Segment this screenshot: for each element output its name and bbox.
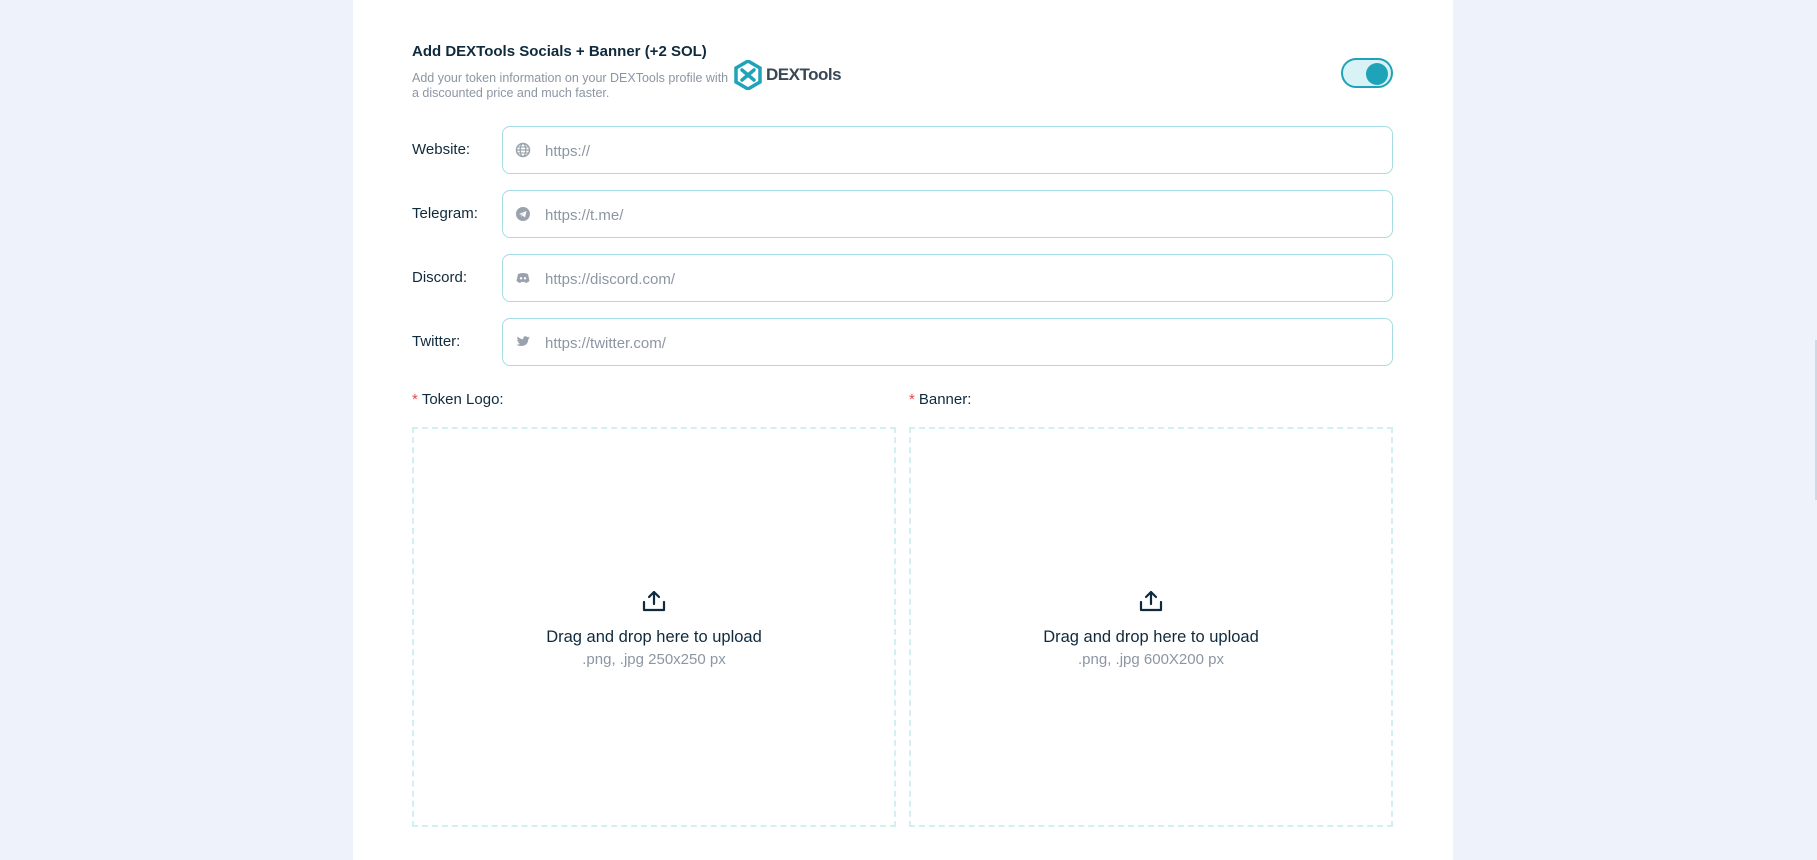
twitter-input[interactable]: [543, 319, 1387, 367]
globe-icon: [515, 142, 531, 158]
discord-label: Discord:: [412, 269, 468, 286]
token-logo-dropzone-title: Drag and drop here to upload: [546, 628, 762, 646]
telegram-icon: [516, 207, 530, 221]
discord-input[interactable]: [543, 255, 1387, 303]
toggle-knob: [1366, 63, 1388, 85]
required-mark: *: [909, 391, 915, 408]
dextools-title: Add DEXTools Socials + Banner (+2 SOL): [412, 43, 707, 60]
form-panel: Add DEXTools Socials + Banner (+2 SOL) A…: [353, 0, 1453, 860]
twitter-row: Twitter:: [412, 318, 1393, 367]
token-logo-dropzone-hint: .png, .jpg 250x250 px: [582, 651, 726, 668]
token-logo-label: * Token Logo:: [412, 391, 504, 408]
discord-field[interactable]: [502, 254, 1393, 303]
dextools-logo-text: DEXTools: [766, 65, 842, 84]
website-input[interactable]: [543, 127, 1387, 175]
upload-icon: [1139, 590, 1163, 612]
banner-dropzone[interactable]: Drag and drop here to upload .png, .jpg …: [909, 427, 1393, 827]
telegram-row: Telegram:: [412, 190, 1393, 239]
dextools-toggle[interactable]: [1341, 58, 1393, 88]
twitter-icon: [516, 336, 530, 346]
banner-dropzone-hint: .png, .jpg 600X200 px: [1078, 651, 1224, 668]
banner-dropzone-title: Drag and drop here to upload: [1043, 628, 1259, 646]
discord-row: Discord:: [412, 254, 1393, 303]
telegram-field[interactable]: [502, 190, 1393, 239]
website-field[interactable]: [502, 126, 1393, 175]
website-row: Website:: [412, 126, 1393, 175]
dextools-logo: DEXTools: [734, 59, 842, 91]
upload-icon: [642, 590, 666, 612]
required-mark: *: [412, 391, 418, 408]
banner-label-text: Banner:: [918, 391, 972, 408]
dextools-section-header: Add DEXTools Socials + Banner (+2 SOL) A…: [412, 43, 1393, 103]
token-logo-label-text: Token Logo:: [421, 391, 504, 408]
telegram-label: Telegram:: [412, 205, 478, 222]
token-logo-dropzone[interactable]: Drag and drop here to upload .png, .jpg …: [412, 427, 896, 827]
dextools-logo-icon: [734, 60, 762, 90]
dextools-description: Add your token information on your DEXTo…: [412, 71, 729, 100]
twitter-label: Twitter:: [412, 333, 461, 350]
telegram-input[interactable]: [543, 191, 1387, 239]
twitter-field[interactable]: [502, 318, 1393, 367]
discord-icon: [516, 273, 530, 283]
banner-label: * Banner:: [909, 391, 971, 408]
website-label: Website:: [412, 141, 471, 158]
